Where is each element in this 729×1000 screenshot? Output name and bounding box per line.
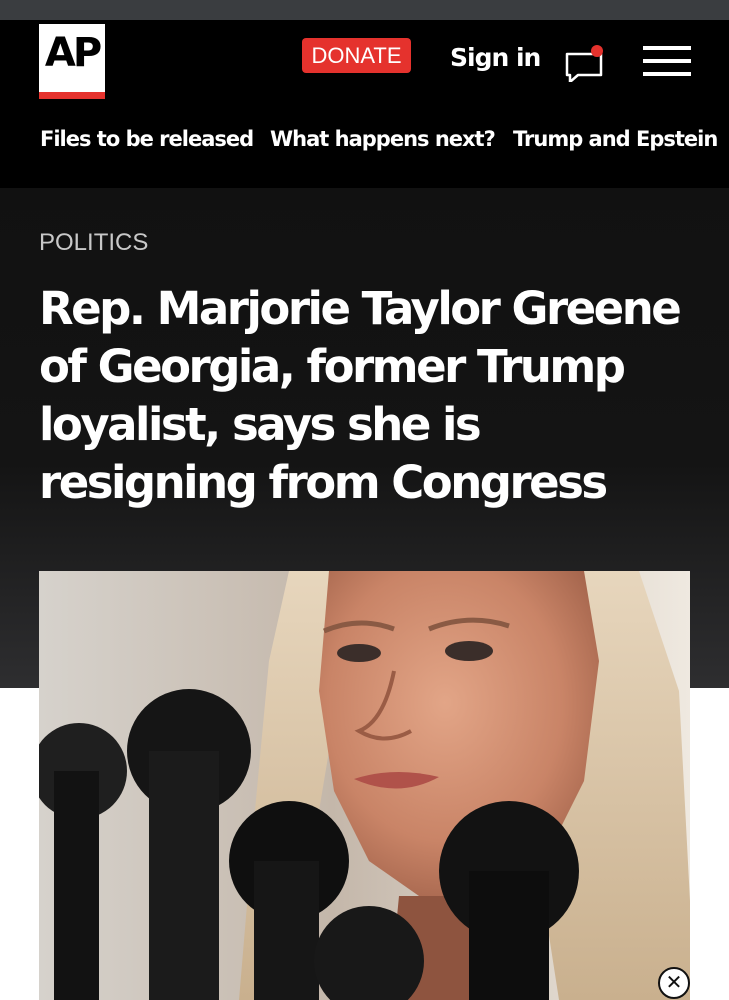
article-photo xyxy=(39,571,690,1000)
chat-bubble-icon[interactable] xyxy=(564,44,606,84)
close-x-icon[interactable]: ✕ xyxy=(658,967,690,999)
donate-button[interactable]: DONATE xyxy=(302,38,411,73)
article-headline: Rep. Marjorie Taylor Greene of Georgia, … xyxy=(39,282,682,509)
site-header: AP DONATE Sign in Files to be released W… xyxy=(0,20,729,188)
nav-item-what-next[interactable]: What happens next? xyxy=(270,125,496,153)
nav-item-trump-epstein[interactable]: Trump and Epstein xyxy=(513,125,718,153)
logo-red-bar xyxy=(39,92,105,99)
browser-status-strip xyxy=(0,0,729,20)
section-label[interactable]: POLITICS xyxy=(39,228,148,258)
hamburger-menu-icon[interactable] xyxy=(643,46,691,76)
sign-in-link[interactable]: Sign in xyxy=(450,42,541,74)
notification-dot xyxy=(591,45,603,57)
logo-text: AP xyxy=(44,30,102,76)
nav-item-files[interactable]: Files to be released xyxy=(40,125,254,153)
ap-logo[interactable]: AP xyxy=(39,24,105,99)
